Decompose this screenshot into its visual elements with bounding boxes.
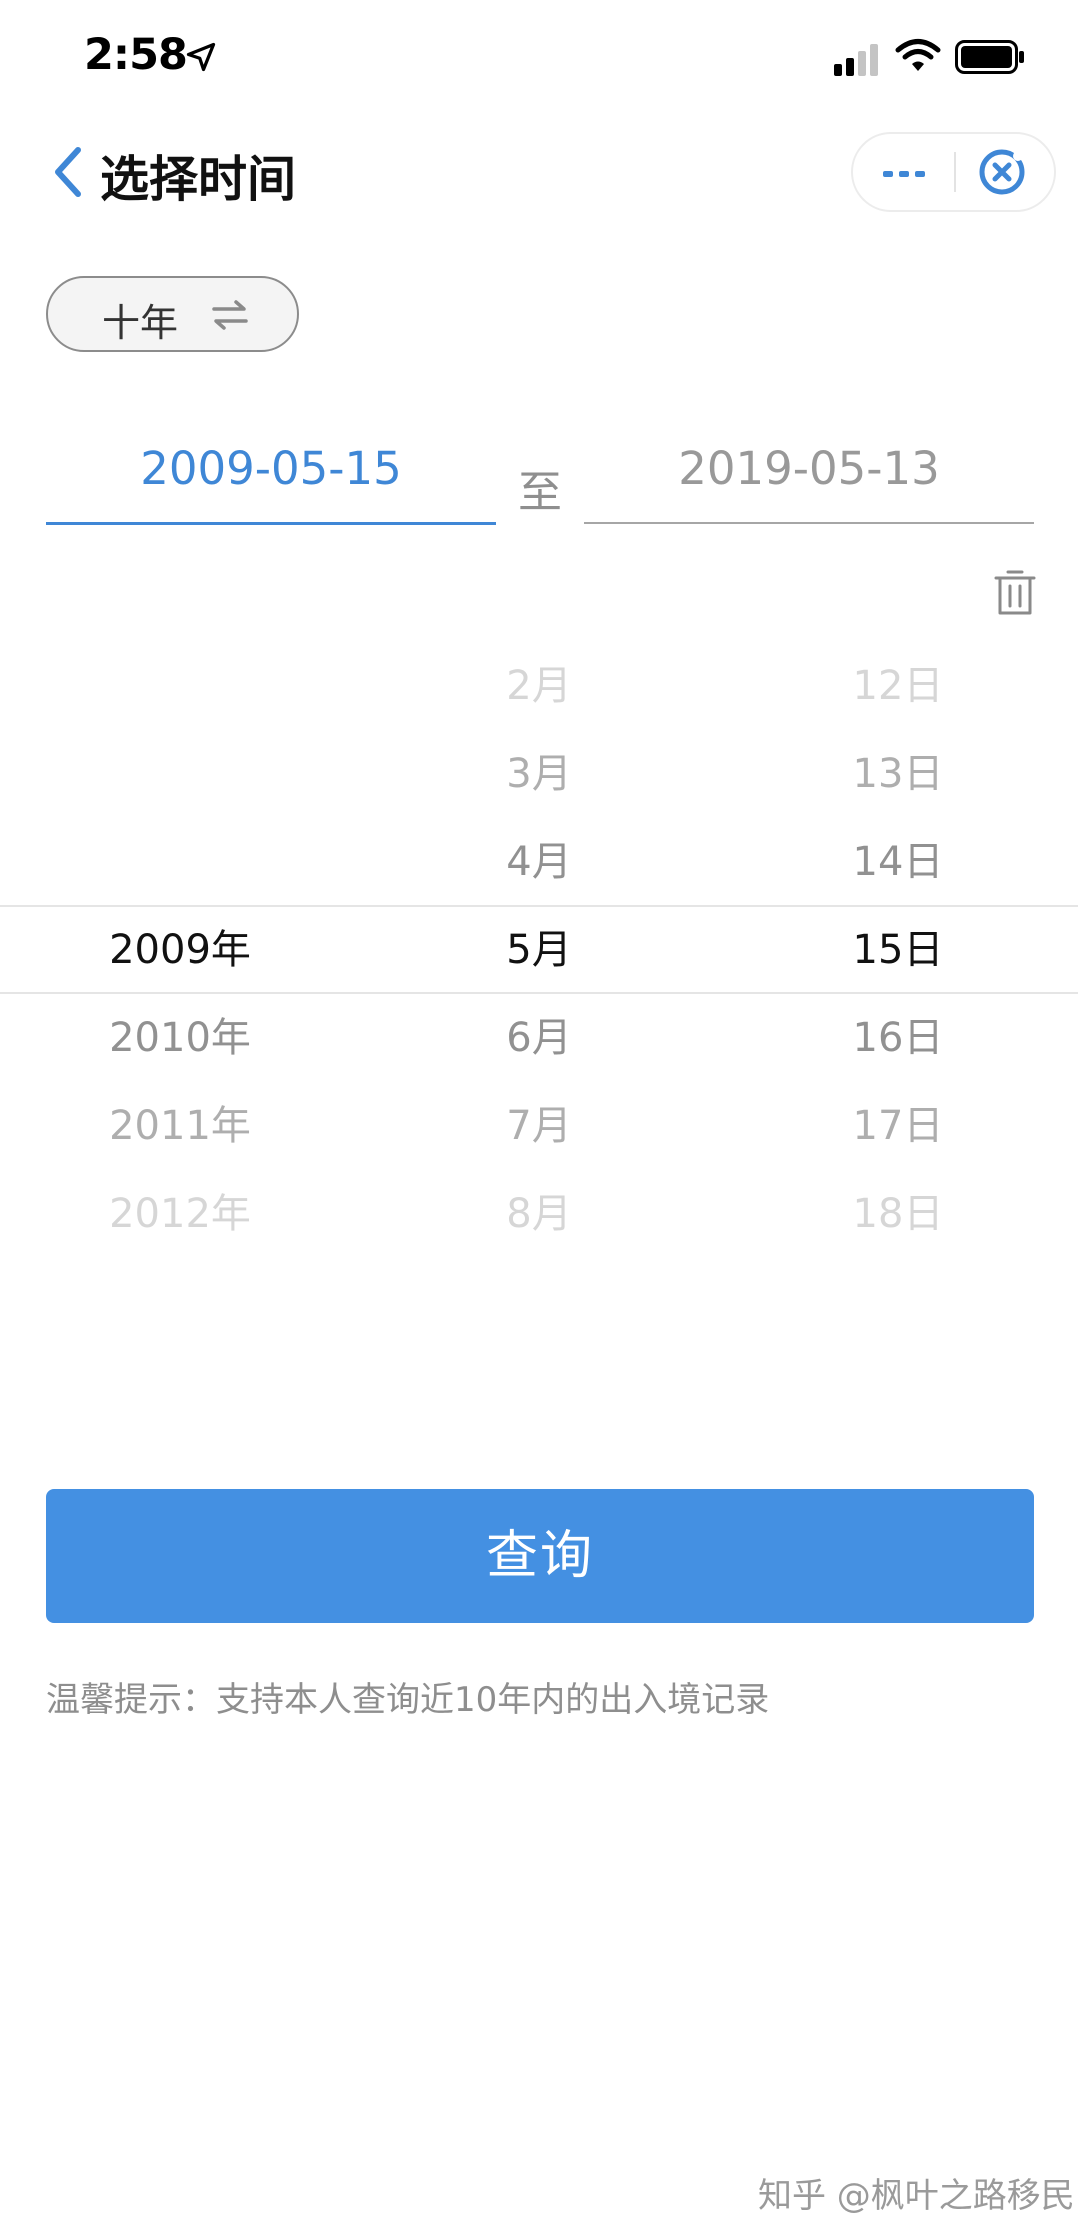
day-option[interactable]: 16日 <box>748 994 1048 1082</box>
miniprogram-capsule <box>851 132 1056 212</box>
month-column[interactable]: 2月 3月 4月 5月 6月 7月 8月 <box>389 640 689 1260</box>
picker-selection-line-top <box>0 905 1078 907</box>
query-button[interactable]: 查询 <box>46 1489 1034 1623</box>
year-option[interactable]: 2011年 <box>30 1082 330 1170</box>
day-option[interactable]: 12日 <box>748 642 1048 730</box>
range-label: 十年 <box>102 301 179 345</box>
month-option-selected[interactable]: 5月 <box>389 906 689 994</box>
end-date-value: 2019-05-13 <box>678 442 940 495</box>
start-date-value: 2009-05-15 <box>140 442 402 495</box>
year-column[interactable]: 2009年 2010年 2011年 2012年 <box>30 640 330 1260</box>
clear-dates-button[interactable] <box>990 566 1040 618</box>
close-circle-icon <box>979 149 1025 195</box>
battery-icon <box>955 40 1024 74</box>
month-option[interactable]: 6月 <box>389 994 689 1082</box>
year-option[interactable]: 2010年 <box>30 994 330 1082</box>
day-option-selected[interactable]: 15日 <box>748 906 1048 994</box>
status-time: 2:58 <box>84 30 188 80</box>
day-option[interactable]: 18日 <box>748 1170 1048 1258</box>
start-date-underline <box>46 522 496 525</box>
query-button-label: 查询 <box>485 1526 594 1586</box>
swap-arrows-icon <box>212 300 248 330</box>
trash-icon <box>994 570 1036 615</box>
month-option[interactable]: 8月 <box>389 1170 689 1258</box>
day-column[interactable]: 12日 13日 14日 15日 16日 17日 18日 <box>748 640 1048 1260</box>
location-arrow-icon <box>186 42 216 72</box>
tip-text: 温馨提示：支持本人查询近10年内的出入境记录 <box>46 1680 770 1720</box>
month-option[interactable]: 2月 <box>389 642 689 730</box>
close-miniprogram-button[interactable] <box>956 134 1056 210</box>
year-option-selected[interactable]: 2009年 <box>30 906 330 994</box>
end-date-underline <box>584 522 1034 524</box>
page-title: 选择时间 <box>100 151 297 208</box>
day-option[interactable]: 14日 <box>748 818 1048 906</box>
more-button[interactable] <box>853 134 954 210</box>
back-button[interactable] <box>48 142 88 202</box>
wifi-icon <box>895 39 941 71</box>
cellular-signal-icon <box>834 44 878 76</box>
date-picker-wheel[interactable]: 2009年 2010年 2011年 2012年 2月 3月 4月 5月 6月 7月 8月 12日 1… <box>0 640 1078 1260</box>
day-option[interactable]: 13日 <box>748 730 1048 818</box>
month-option[interactable]: 4月 <box>389 818 689 906</box>
year-option[interactable]: 2012年 <box>30 1170 330 1258</box>
chevron-left-icon <box>55 147 81 197</box>
watermark: 知乎 @枫叶之路移民 <box>758 2176 1075 2216</box>
picker-selection-line-bottom <box>0 992 1078 994</box>
more-dots-icon <box>883 171 925 177</box>
day-option[interactable]: 17日 <box>748 1082 1048 1170</box>
month-option[interactable]: 3月 <box>389 730 689 818</box>
month-option[interactable]: 7月 <box>389 1082 689 1170</box>
range-toggle-button[interactable]: 十年 <box>46 276 299 352</box>
range-separator-label: 至 <box>518 467 562 518</box>
end-date-field[interactable]: 2019-05-13 <box>584 430 1034 524</box>
start-date-field[interactable]: 2009-05-15 <box>46 430 496 525</box>
